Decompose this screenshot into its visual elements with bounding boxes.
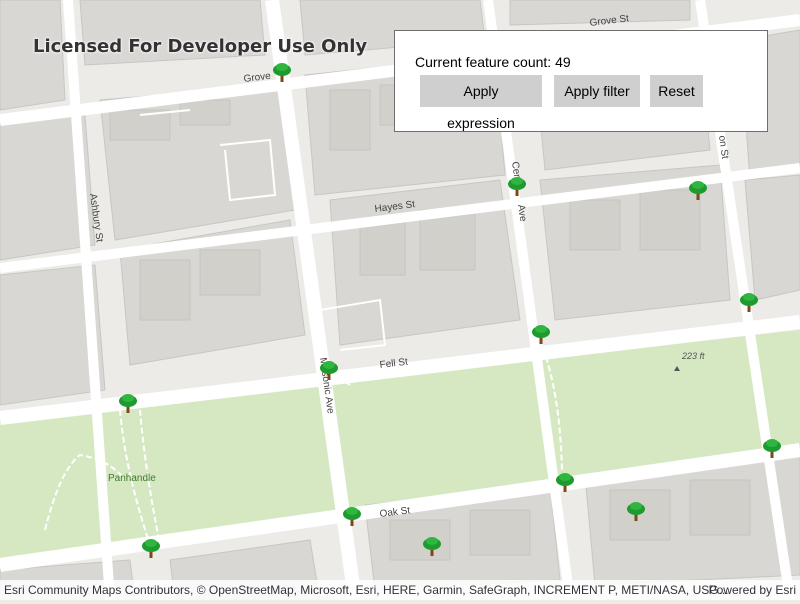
filter-panel: Current feature count: 49 Apply expressi… <box>394 30 768 132</box>
attribution-text: Esri Community Maps Contributors, © Open… <box>4 583 729 597</box>
attribution-bar: Esri Community Maps Contributors, © Open… <box>0 580 800 600</box>
reset-button[interactable]: Reset <box>650 75 703 107</box>
feature-count-label: Current feature count: 49 <box>415 54 571 70</box>
label-panhandle: Panhandle <box>108 473 156 484</box>
label-elevation: 223 ft <box>681 351 705 361</box>
apply-filter-button[interactable]: Apply filter <box>554 75 640 107</box>
powered-by-esri-link[interactable]: Powered by Esri <box>709 583 796 597</box>
developer-watermark: Licensed For Developer Use Only <box>33 36 368 57</box>
apply-expression-button[interactable]: Apply expression <box>420 75 542 131</box>
